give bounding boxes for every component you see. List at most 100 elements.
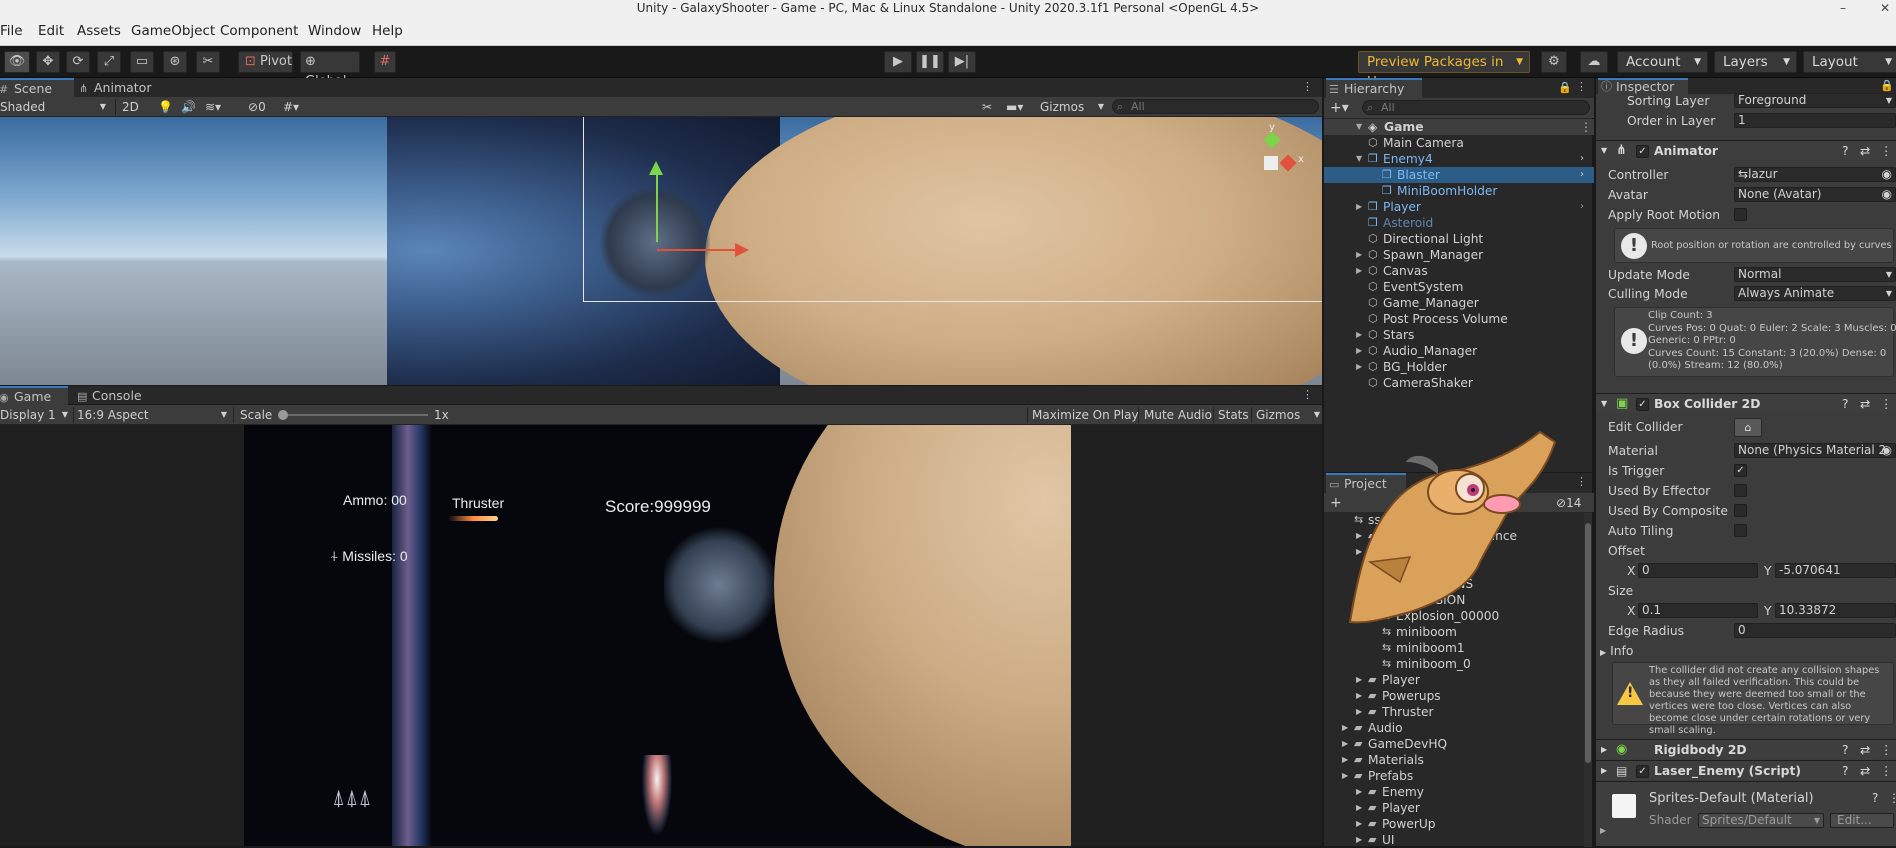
collapse-arrow-icon[interactable]: ▶	[1356, 247, 1362, 263]
step-button[interactable]: ▶|	[948, 51, 976, 73]
hierarchy-item[interactable]: ▼ ❒ Enemy4 ›	[1324, 151, 1594, 167]
menu-assets[interactable]: Assets	[77, 23, 121, 39]
hierarchy-item[interactable]: ⬡ Game_Manager	[1324, 295, 1594, 311]
open-prefab-icon[interactable]: ›	[1580, 199, 1584, 215]
order-in-layer-field[interactable]: 1	[1734, 113, 1896, 128]
hierarchy-item[interactable]: ⬡ EventSystem	[1324, 279, 1594, 295]
scale-slider-handle[interactable]	[278, 410, 288, 420]
scene-gizmo[interactable]: y x	[1242, 122, 1304, 186]
enemy-ship-sprite[interactable]	[600, 187, 710, 297]
collapse-arrow-icon[interactable]: ▶	[1356, 784, 1362, 800]
move-y-axis-handle[interactable]	[656, 167, 658, 242]
help-icon[interactable]: ?	[1842, 740, 1849, 760]
sorting-layer-dropdown[interactable]: Foreground ▼	[1734, 93, 1896, 108]
rect-tool-icon[interactable]: ▭	[130, 51, 154, 73]
animator-enabled-checkbox[interactable]: ✓	[1636, 145, 1649, 158]
scene-search-input[interactable]: ⌕ All	[1112, 99, 1319, 114]
2d-toggle[interactable]: 2D	[122, 99, 142, 115]
project-scrollbar[interactable]	[1584, 513, 1592, 847]
hierarchy-item[interactable]: ▶ ⬡ Stars	[1324, 327, 1594, 343]
is-trigger-checkbox[interactable]: ✓	[1734, 464, 1747, 477]
panel-menu-icon[interactable]: ⋮	[1576, 475, 1587, 488]
collapse-arrow-icon[interactable]: ▶	[1356, 263, 1362, 279]
expand-arrow-icon[interactable]: ▶	[1601, 740, 1607, 760]
global-toggle[interactable]: ⊕ Global	[300, 51, 360, 89]
hierarchy-item[interactable]: ⬡ Directional Light	[1324, 231, 1594, 247]
project-folder[interactable]: ▶ ▰ Player	[1324, 672, 1584, 688]
custom-tool-icon[interactable]: ✂	[196, 51, 220, 73]
layout-dropdown[interactable]: Layout ▼	[1803, 51, 1896, 73]
transform-tool-icon[interactable]: ⊛	[163, 51, 187, 73]
play-button[interactable]: ▶	[884, 51, 912, 73]
used-by-effector-checkbox[interactable]	[1734, 484, 1747, 497]
pause-button[interactable]: ❚❚	[916, 51, 944, 73]
game-viewport[interactable]: Ammo: 00 Thruster Score:999999 ⍭ Missile…	[244, 425, 1071, 846]
menu-file[interactable]: File	[0, 23, 23, 39]
grid-snap-icon[interactable]: #	[374, 51, 396, 73]
offset-y-field[interactable]: -5.070641	[1775, 563, 1896, 578]
hierarchy-scene-root[interactable]: ▼ ◈ Game ⋮	[1324, 119, 1594, 135]
rigidbody-component-header[interactable]: ▶ ◉ Rigidbody 2D ? ⇄ ⋮	[1596, 739, 1896, 759]
help-icon[interactable]: ?	[1872, 791, 1878, 805]
collapse-arrow-icon[interactable]: ▶	[1356, 672, 1362, 688]
info-foldout[interactable]: ▶ Info	[1600, 642, 1633, 660]
gizmo-center-cube[interactable]	[1264, 156, 1278, 170]
scale-slider[interactable]	[280, 414, 428, 416]
collapse-arrow-icon[interactable]: ▶	[1356, 816, 1362, 832]
expand-arrow-icon[interactable]: ▶	[1601, 761, 1607, 781]
collapse-arrow-icon[interactable]: ▶	[1356, 327, 1362, 343]
cloud-icon[interactable]: ☁	[1580, 51, 1608, 73]
effects-icon[interactable]: ≋▾	[205, 99, 221, 115]
preset-icon[interactable]: ⇄	[1860, 141, 1870, 161]
shading-mode-dropdown[interactable]: Shaded ▼	[0, 99, 108, 115]
collapse-arrow-icon[interactable]: ▶	[1342, 768, 1348, 784]
x-arrow-icon[interactable]	[735, 243, 749, 257]
aspect-dropdown[interactable]: 16:9 Aspect ▼	[77, 407, 229, 423]
minimize-icon[interactable]: –	[1840, 0, 1846, 16]
project-folder[interactable]: ▶ ▰ Materials	[1324, 752, 1584, 768]
object-picker-icon[interactable]: ◉	[1882, 188, 1892, 201]
laser-enemy-enabled-checkbox[interactable]: ✓	[1636, 765, 1649, 778]
panel-menu-icon[interactable]: ⋮	[1576, 80, 1587, 93]
grid-icon[interactable]: #▾	[283, 99, 299, 115]
expand-arrow-icon[interactable]: ▼	[1601, 394, 1607, 414]
scene-viewport[interactable]: y x	[0, 117, 1322, 385]
scale-tool-icon[interactable]: ⤢	[97, 51, 121, 73]
expand-arrow-icon[interactable]: ▼	[1601, 141, 1607, 161]
project-folder[interactable]: ▶ ▰ Prefabs	[1324, 768, 1584, 784]
auto-tiling-checkbox[interactable]	[1734, 524, 1747, 537]
object-picker-icon[interactable]: ◉	[1882, 168, 1892, 181]
move-x-axis-handle[interactable]	[657, 249, 737, 251]
gizmos-dropdown[interactable]: Gizmos ▼	[1040, 99, 1104, 115]
open-prefab-icon[interactable]: ›	[1580, 167, 1584, 183]
project-asset[interactable]: ⇆ miniboom_0	[1324, 656, 1584, 672]
expand-arrow-icon[interactable]: ▼	[1356, 151, 1362, 167]
project-folder[interactable]: ▶ ▰ Player	[1324, 800, 1584, 816]
shader-dropdown[interactable]: Sprites/Default ▼	[1698, 813, 1824, 828]
update-mode-dropdown[interactable]: Normal ▼	[1734, 267, 1896, 282]
account-dropdown[interactable]: Account ▼	[1617, 51, 1708, 73]
hierarchy-item[interactable]: ❒ Asteroid	[1324, 215, 1594, 231]
close-icon[interactable]: ✕	[1880, 0, 1890, 16]
project-folder[interactable]: ▶ ▰ Enemy	[1324, 784, 1584, 800]
collapse-arrow-icon[interactable]: ▶	[1342, 720, 1348, 736]
panel-menu-icon[interactable]: ⋮	[1302, 388, 1313, 401]
used-by-composite-checkbox[interactable]	[1734, 504, 1747, 517]
panel-menu-icon[interactable]: ⋮	[1302, 80, 1313, 93]
controller-field[interactable]: ⇆lazur ◉	[1734, 167, 1896, 182]
tab-scene[interactable]: # Scene	[0, 78, 74, 98]
tab-animator[interactable]: ⋔ Animator	[76, 78, 156, 98]
preset-icon[interactable]: ⇄	[1860, 740, 1870, 760]
hidden-objects-icon[interactable]: ⊘0	[248, 99, 266, 115]
lighting-icon[interactable]: 💡	[158, 99, 173, 115]
move-tool-icon[interactable]: ✥	[36, 51, 60, 73]
create-add-icon[interactable]: +▾	[1330, 100, 1349, 116]
culling-mode-dropdown[interactable]: Always Animate ▼	[1734, 286, 1896, 301]
size-y-field[interactable]: 10.33872	[1775, 603, 1896, 618]
view-tool-eye-icon[interactable]: 👁	[4, 51, 30, 73]
hierarchy-item[interactable]: ❒ MiniBoomHolder	[1324, 183, 1594, 199]
project-scrollbar-thumb[interactable]	[1585, 523, 1591, 763]
avatar-field[interactable]: None (Avatar) ◉	[1734, 187, 1896, 202]
collapse-arrow-icon[interactable]: ▶	[1356, 704, 1362, 720]
help-icon[interactable]: ?	[1842, 761, 1849, 781]
